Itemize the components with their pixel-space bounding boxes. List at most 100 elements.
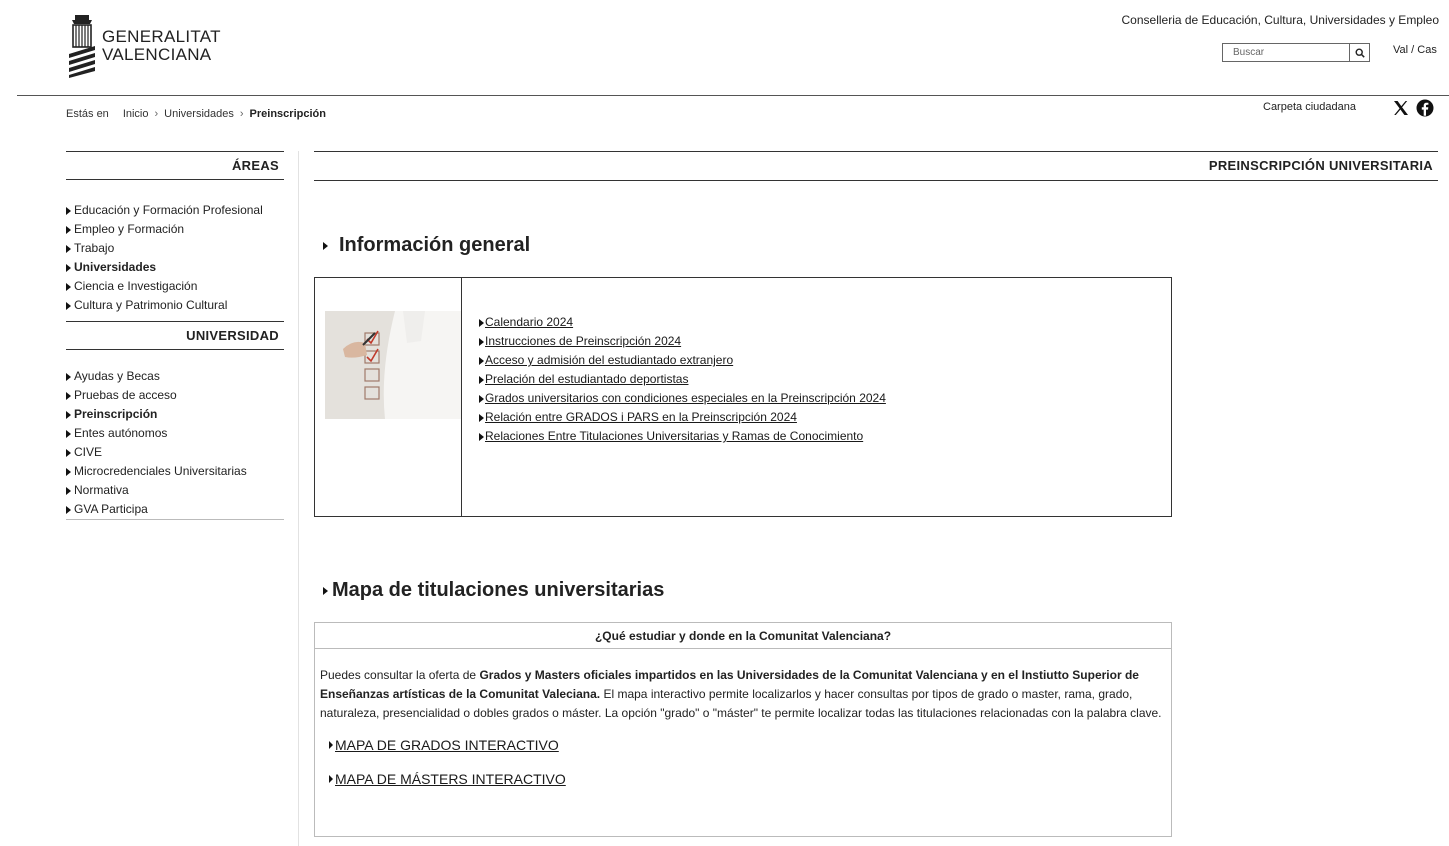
triangle-right-icon (479, 375, 484, 384)
link-ramas-conocimiento[interactable]: Relaciones Entre Titulaciones Universita… (485, 427, 863, 446)
coat-of-arms-icon (69, 15, 95, 78)
generalitat-logo[interactable]: GENERALITAT VALENCIANA (66, 14, 221, 78)
triangle-right-icon (479, 413, 484, 422)
sidebar-item-label: Trabajo (74, 241, 115, 255)
triangle-right-icon (329, 775, 333, 783)
sidebar-item-ciencia[interactable]: Ciencia e Investigación (66, 277, 284, 296)
list-item: Prelación del estudiantado deportistas (479, 370, 886, 389)
mapa-masters-row: MAPA DE MÁSTERS INTERACTIVO (329, 771, 1171, 787)
triangle-right-icon (329, 741, 333, 749)
checklist-illustration (325, 311, 461, 419)
sidebar-item-normativa[interactable]: Normativa (66, 481, 284, 500)
triangle-right-icon (66, 244, 71, 253)
sidebar-item-pruebas[interactable]: Pruebas de acceso (66, 386, 284, 405)
triangle-right-icon (66, 448, 71, 457)
logo-line-1: GENERALITAT (102, 27, 221, 46)
triangle-right-icon (323, 586, 328, 595)
lang-val-link[interactable]: Val (1393, 44, 1408, 56)
page-title: PREINSCRIPCIÓN UNIVERSITARIA (314, 151, 1438, 181)
triangle-right-icon (66, 486, 71, 495)
triangle-right-icon (66, 429, 71, 438)
triangle-right-icon (66, 505, 71, 514)
lang-cas-link[interactable]: Cas (1417, 44, 1437, 56)
link-grados-condiciones[interactable]: Grados universitarios con condiciones es… (485, 389, 886, 408)
conselleria-name[interactable]: Conselleria de Educación, Cultura, Unive… (1122, 13, 1440, 27)
mapa-heading: Mapa de titulaciones universitarias (323, 579, 664, 602)
sidebar: ÁREAS Educación y Formación Profesional … (66, 151, 284, 520)
carpeta-ciudadana-link[interactable]: Carpeta ciudadana (1263, 101, 1356, 113)
universidad-list: Ayudas y Becas Pruebas de acceso Preinsc… (66, 350, 284, 520)
logo-line-2: VALENCIANA (102, 45, 212, 64)
facebook-icon[interactable] (1416, 99, 1434, 117)
mapa-box: ¿Qué estudiar y donde en la Comunitat Va… (314, 622, 1172, 837)
breadcrumb-inicio[interactable]: Inicio (123, 108, 149, 120)
column-divider (298, 151, 299, 846)
chevron-right-icon: › (154, 108, 159, 120)
mapa-grados-link[interactable]: MAPA DE GRADOS INTERACTIVO (335, 737, 559, 753)
triangle-right-icon (479, 394, 484, 403)
mapa-title: Mapa de titulaciones universitarias (332, 579, 665, 601)
mapa-description: Puedes consultar la oferta de Grados y M… (315, 649, 1171, 723)
link-instrucciones[interactable]: Instrucciones de Preinscripción 2024 (485, 332, 681, 351)
sidebar-item-gva-participa[interactable]: GVA Participa (66, 500, 284, 519)
sidebar-item-label: Ciencia e Investigación (74, 279, 198, 293)
sidebar-item-cultura[interactable]: Cultura y Patrimonio Cultural (66, 296, 284, 315)
list-item: Acceso y admisión del estudiantado extra… (479, 351, 886, 370)
language-switcher: Val / Cas (1393, 44, 1437, 56)
sidebar-item-label: Pruebas de acceso (74, 388, 177, 402)
search-input[interactable] (1223, 44, 1349, 61)
sidebar-item-trabajo[interactable]: Trabajo (66, 239, 284, 258)
sidebar-item-ayudas[interactable]: Ayudas y Becas (66, 367, 284, 386)
breadcrumb: Estás en Inicio › Universidades › Preins… (66, 108, 326, 120)
sidebar-item-label: Educación y Formación Profesional (74, 203, 263, 217)
list-item: Grados universitarios con condiciones es… (479, 389, 886, 408)
mapa-masters-link[interactable]: MAPA DE MÁSTERS INTERACTIVO (335, 771, 566, 787)
sidebar-item-label: Ayudas y Becas (74, 369, 160, 383)
logo-text: GENERALITAT VALENCIANA (102, 28, 221, 64)
link-prelacion-deportistas[interactable]: Prelación del estudiantado deportistas (485, 370, 688, 389)
sidebar-item-universidades[interactable]: Universidades (66, 258, 284, 277)
mapa-grados-row: MAPA DE GRADOS INTERACTIVO (329, 737, 1171, 753)
mapa-box-heading: ¿Qué estudiar y donde en la Comunitat Va… (315, 623, 1171, 649)
sidebar-item-label: Entes autónomos (74, 426, 168, 440)
sidebar-item-cive[interactable]: CIVE (66, 443, 284, 462)
triangle-right-icon (66, 372, 71, 381)
search-icon (1354, 47, 1365, 58)
header-divider (17, 95, 1449, 96)
sidebar-item-preinscripcion[interactable]: Preinscripción (66, 405, 284, 424)
link-calendario[interactable]: Calendario 2024 (485, 313, 573, 332)
x-twitter-icon[interactable] (1393, 100, 1409, 116)
triangle-right-icon (66, 410, 71, 419)
triangle-right-icon (66, 301, 71, 310)
triangle-right-icon (479, 432, 484, 441)
list-item: Calendario 2024 (479, 313, 886, 332)
link-grados-pars[interactable]: Relación entre GRADOS i PARS en la Prein… (485, 408, 797, 427)
search-box (1222, 43, 1370, 62)
triangle-right-icon (66, 263, 71, 272)
triangle-right-icon (66, 282, 71, 291)
areas-list: Educación y Formación Profesional Empleo… (66, 180, 284, 321)
lang-separator: / (1408, 44, 1418, 56)
breadcrumb-universidades[interactable]: Universidades (164, 108, 234, 120)
social-links (1393, 99, 1434, 117)
checklist-photo (325, 311, 461, 419)
breadcrumb-lead: Estás en (66, 108, 109, 120)
info-general-title: Información general (339, 234, 531, 256)
list-item: Relaciones Entre Titulaciones Universita… (479, 427, 886, 446)
triangle-right-icon (66, 391, 71, 400)
triangle-right-icon (479, 318, 484, 327)
sidebar-item-label: Microcredenciales Universitarias (74, 464, 247, 478)
sidebar-item-entes[interactable]: Entes autónomos (66, 424, 284, 443)
triangle-right-icon (479, 356, 484, 365)
info-links-list: Calendario 2024 Instrucciones de Preinsc… (462, 278, 886, 516)
search-button[interactable] (1349, 44, 1369, 61)
sidebar-item-label: Preinscripción (74, 407, 158, 421)
chevron-right-icon: › (239, 108, 244, 120)
sidebar-item-educacion[interactable]: Educación y Formación Profesional (66, 201, 284, 220)
breadcrumb-current: Preinscripción (249, 108, 326, 120)
sidebar-item-empleo[interactable]: Empleo y Formación (66, 220, 284, 239)
sidebar-item-microcredenciales[interactable]: Microcredenciales Universitarias (66, 462, 284, 481)
triangle-right-icon (66, 206, 71, 215)
link-acceso-extranjero[interactable]: Acceso y admisión del estudiantado extra… (485, 351, 733, 370)
triangle-right-icon (323, 241, 328, 250)
